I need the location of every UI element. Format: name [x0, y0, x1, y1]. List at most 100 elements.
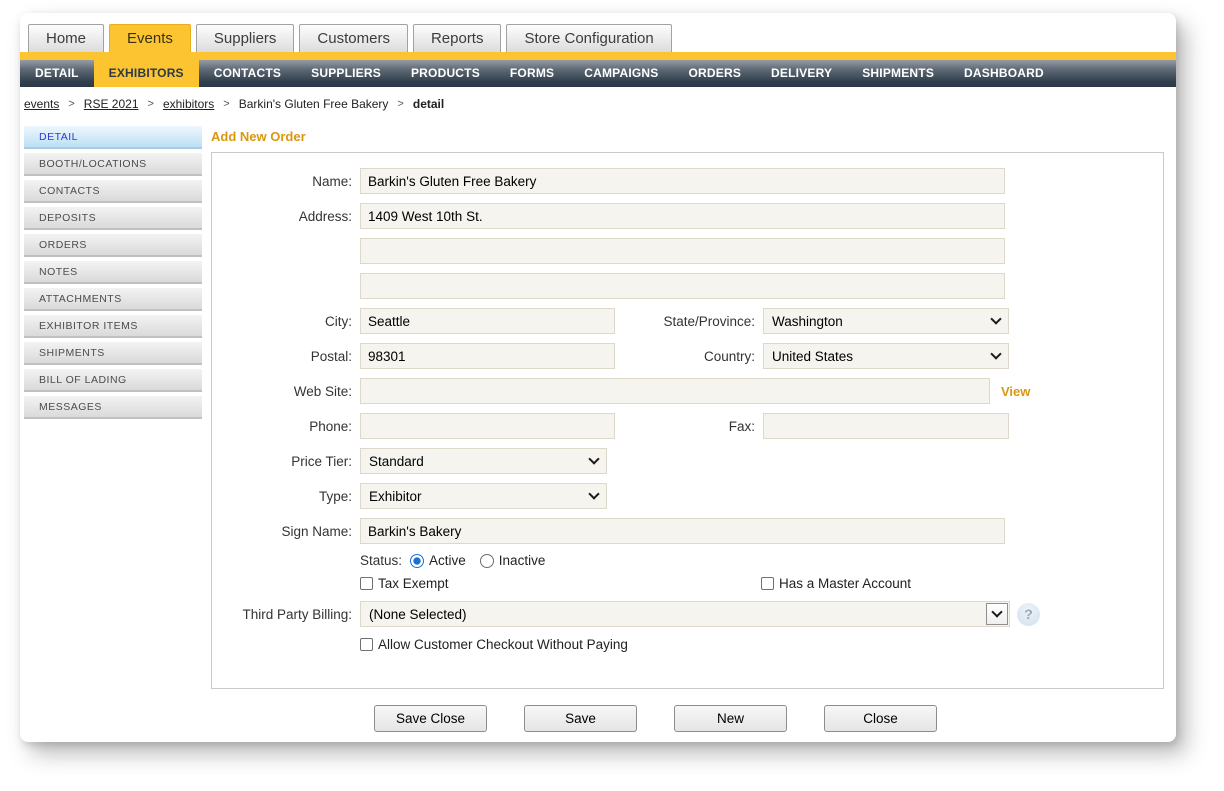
sign-name-label: Sign Name: — [212, 524, 360, 539]
sidebar-item-orders[interactable]: ORDERS — [24, 234, 202, 257]
third-party-billing-label: Third Party Billing: — [212, 607, 360, 622]
save-close-button[interactable]: Save Close — [374, 705, 487, 732]
sidebar-item-bill-of-lading[interactable]: BILL OF LADING — [24, 369, 202, 392]
city-label: City: — [212, 314, 360, 329]
sidebar-item-shipments[interactable]: SHIPMENTS — [24, 342, 202, 365]
chevron-down-icon — [588, 488, 599, 499]
tax-exempt-checkbox[interactable] — [360, 577, 373, 590]
website-label: Web Site: — [212, 384, 360, 399]
subnav-delivery[interactable]: DELIVERY — [756, 60, 847, 87]
breadcrumb-separator: > — [68, 98, 74, 110]
subnav-suppliers[interactable]: SUPPLIERS — [296, 60, 396, 87]
country-label: Country: — [615, 349, 763, 364]
sidebar-item-exhibitor-items[interactable]: EXHIBITOR ITEMS — [24, 315, 202, 338]
top-tab-bar: Home Events Suppliers Customers Reports … — [20, 13, 1176, 52]
subnav-orders[interactable]: ORDERS — [674, 60, 757, 87]
sidebar: DETAIL BOOTH/LOCATIONS CONTACTS DEPOSITS… — [24, 126, 202, 732]
view-website-link[interactable]: View — [1001, 384, 1030, 399]
tab-events[interactable]: Events — [109, 24, 191, 52]
status-active-radio[interactable] — [410, 554, 424, 568]
status-label: Status: — [360, 553, 402, 568]
state-selected-value: Washington — [772, 314, 992, 329]
website-field[interactable] — [360, 378, 990, 404]
chevron-down-icon — [588, 453, 599, 464]
subnav-shipments[interactable]: SHIPMENTS — [847, 60, 949, 87]
breadcrumb-current-page: detail — [413, 97, 444, 111]
city-field[interactable] — [360, 308, 615, 334]
breadcrumb-event-name[interactable]: RSE 2021 — [84, 97, 139, 111]
allow-checkout-label: Allow Customer Checkout Without Paying — [378, 637, 628, 652]
app-window: Home Events Suppliers Customers Reports … — [20, 13, 1176, 742]
country-select[interactable]: United States — [763, 343, 1009, 369]
sidebar-item-booth-locations[interactable]: BOOTH/LOCATIONS — [24, 153, 202, 176]
sidebar-item-contacts[interactable]: CONTACTS — [24, 180, 202, 203]
chevron-down-icon — [991, 606, 1002, 617]
sidebar-item-attachments[interactable]: ATTACHMENTS — [24, 288, 202, 311]
type-label: Type: — [212, 489, 360, 504]
accent-strip — [20, 52, 1176, 60]
phone-label: Phone: — [212, 419, 360, 434]
close-button[interactable]: Close — [824, 705, 937, 732]
chevron-down-icon — [990, 348, 1001, 359]
subnav-forms[interactable]: FORMS — [495, 60, 569, 87]
tab-reports[interactable]: Reports — [413, 24, 502, 52]
subnav-detail[interactable]: DETAIL — [20, 60, 94, 87]
sidebar-item-messages[interactable]: MESSAGES — [24, 396, 202, 419]
sidebar-item-notes[interactable]: NOTES — [24, 261, 202, 284]
sidebar-item-detail[interactable]: DETAIL — [24, 126, 202, 149]
fax-label: Fax: — [615, 419, 763, 434]
tax-exempt-label: Tax Exempt — [378, 576, 761, 591]
price-tier-selected-value: Standard — [369, 454, 590, 469]
third-party-billing-value: (None Selected) — [369, 607, 986, 622]
breadcrumb: events > RSE 2021 > exhibitors > Barkin'… — [20, 87, 1176, 120]
allow-checkout-checkbox[interactable] — [360, 638, 373, 651]
address-line2-field[interactable] — [360, 238, 1005, 264]
fax-field[interactable] — [763, 413, 1009, 439]
address-line1-field[interactable] — [360, 203, 1005, 229]
third-party-billing-select[interactable]: (None Selected) — [360, 601, 1010, 627]
page-title: Add New Order — [211, 129, 1164, 144]
subnav-campaigns[interactable]: CAMPAIGNS — [569, 60, 673, 87]
tab-store-configuration[interactable]: Store Configuration — [506, 24, 671, 52]
subnav-products[interactable]: PRODUCTS — [396, 60, 495, 87]
save-button[interactable]: Save — [524, 705, 637, 732]
breadcrumb-exhibitor-name: Barkin's Gluten Free Bakery — [239, 97, 389, 111]
master-account-checkbox[interactable] — [761, 577, 774, 590]
postal-field[interactable] — [360, 343, 615, 369]
address-line3-field[interactable] — [360, 273, 1005, 299]
form-button-row: Save Close Save New Close — [374, 705, 1164, 732]
status-inactive-label: Inactive — [499, 553, 546, 568]
sign-name-field[interactable] — [360, 518, 1005, 544]
state-select[interactable]: Washington — [763, 308, 1009, 334]
name-label: Name: — [212, 174, 360, 189]
subnav-dashboard[interactable]: DASHBOARD — [949, 60, 1059, 87]
dropdown-button[interactable] — [986, 603, 1008, 625]
type-selected-value: Exhibitor — [369, 489, 590, 504]
breadcrumb-separator: > — [223, 98, 229, 110]
phone-field[interactable] — [360, 413, 615, 439]
breadcrumb-exhibitors[interactable]: exhibitors — [163, 97, 214, 111]
subnav-exhibitors[interactable]: EXHIBITORS — [94, 60, 199, 87]
status-inactive-radio[interactable] — [480, 554, 494, 568]
postal-label: Postal: — [212, 349, 360, 364]
tab-home[interactable]: Home — [28, 24, 104, 52]
breadcrumb-separator: > — [397, 98, 403, 110]
status-active-label: Active — [429, 553, 466, 568]
master-account-label: Has a Master Account — [779, 576, 911, 591]
price-tier-label: Price Tier: — [212, 454, 360, 469]
breadcrumb-separator: > — [148, 98, 154, 110]
tab-customers[interactable]: Customers — [299, 24, 408, 52]
type-select[interactable]: Exhibitor — [360, 483, 607, 509]
new-button[interactable]: New — [674, 705, 787, 732]
subnav-contacts[interactable]: CONTACTS — [199, 60, 296, 87]
price-tier-select[interactable]: Standard — [360, 448, 607, 474]
tab-suppliers[interactable]: Suppliers — [196, 24, 295, 52]
chevron-down-icon — [990, 313, 1001, 324]
help-icon[interactable]: ? — [1017, 603, 1040, 626]
address-label: Address: — [212, 209, 360, 224]
breadcrumb-events[interactable]: events — [24, 97, 59, 111]
sidebar-item-deposits[interactable]: DEPOSITS — [24, 207, 202, 230]
name-field[interactable] — [360, 168, 1005, 194]
exhibitor-detail-form: Name: Address: City: — [211, 152, 1164, 689]
sub-nav-bar: DETAIL EXHIBITORS CONTACTS SUPPLIERS PRO… — [20, 60, 1176, 87]
